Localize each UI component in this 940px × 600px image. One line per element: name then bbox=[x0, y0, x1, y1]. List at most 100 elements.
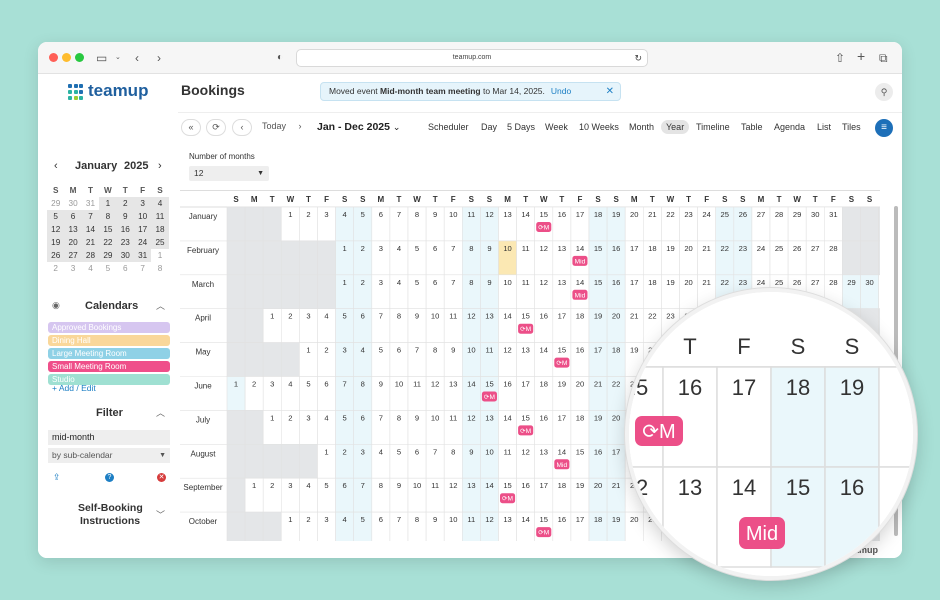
day-cell[interactable] bbox=[226, 206, 246, 242]
tabs-overview-icon[interactable]: ⧉ bbox=[879, 50, 888, 66]
day-cell[interactable] bbox=[281, 444, 300, 479]
day-cell[interactable] bbox=[244, 206, 264, 242]
mini-day[interactable]: 2 bbox=[116, 197, 134, 210]
day-cell[interactable] bbox=[262, 240, 282, 276]
mini-day[interactable]: 23 bbox=[116, 236, 134, 249]
mini-day[interactable]: 26 bbox=[47, 249, 65, 262]
view-scheduler[interactable]: Scheduler bbox=[428, 122, 469, 132]
day-cell[interactable] bbox=[226, 274, 246, 310]
mini-day[interactable]: 9 bbox=[116, 210, 134, 223]
view-5-days[interactable]: 5 Days bbox=[507, 122, 535, 132]
mini-prev-icon[interactable]: ‹ bbox=[54, 160, 58, 172]
filter-title[interactable]: Filter bbox=[96, 407, 123, 419]
view-day[interactable]: Day bbox=[481, 122, 497, 132]
view-10-weeks[interactable]: 10 Weeks bbox=[579, 122, 619, 132]
day-cell[interactable] bbox=[299, 274, 318, 310]
back-arrow-icon[interactable]: ‹ bbox=[135, 50, 139, 66]
mini-day[interactable]: 19 bbox=[47, 236, 65, 249]
day-cell[interactable] bbox=[299, 444, 318, 479]
day-cell[interactable] bbox=[262, 274, 282, 310]
mini-month[interactable]: January bbox=[75, 160, 117, 172]
export-icon[interactable]: ⇪ bbox=[53, 472, 61, 483]
months-setting-select[interactable]: 12 ▼ bbox=[189, 166, 269, 181]
mini-day[interactable]: 7 bbox=[81, 210, 100, 223]
day-cell[interactable] bbox=[860, 206, 879, 242]
day-cell[interactable] bbox=[244, 308, 264, 343]
view-table[interactable]: Table bbox=[741, 122, 763, 132]
day-cell[interactable] bbox=[262, 444, 282, 479]
chevron-down-icon[interactable]: ﹀ bbox=[156, 508, 165, 521]
share-icon[interactable]: ⇧ bbox=[835, 50, 845, 66]
undo-link[interactable]: Undo bbox=[551, 86, 571, 96]
day-cell[interactable] bbox=[226, 511, 246, 541]
mini-day[interactable]: 12 bbox=[47, 223, 65, 236]
mini-day[interactable]: 10 bbox=[133, 210, 152, 223]
next-period-button[interactable]: › bbox=[290, 119, 310, 136]
mini-day[interactable]: 5 bbox=[47, 210, 65, 223]
day-cell[interactable] bbox=[226, 477, 246, 513]
eye-icon[interactable]: ◉ bbox=[52, 300, 60, 311]
mini-year[interactable]: 2025 bbox=[124, 160, 148, 172]
calendar-dining-hall[interactable]: Dining Hall bbox=[48, 335, 170, 346]
day-cell[interactable] bbox=[226, 240, 246, 276]
day-cell[interactable] bbox=[262, 342, 282, 377]
calendars-title[interactable]: Calendars bbox=[85, 300, 138, 312]
day-cell[interactable] bbox=[226, 410, 246, 445]
close-icon[interactable]: ✕ bbox=[606, 83, 614, 100]
day-cell[interactable] bbox=[878, 274, 880, 310]
mini-day[interactable]: 27 bbox=[64, 249, 82, 262]
filter-mode-select[interactable]: by sub-calendar ▼ bbox=[48, 448, 170, 463]
mini-day[interactable]: 13 bbox=[64, 223, 82, 236]
mini-day[interactable]: 3 bbox=[133, 197, 152, 210]
mini-day[interactable]: 16 bbox=[116, 223, 134, 236]
maximize-window-button[interactable] bbox=[75, 53, 84, 62]
self-booking-title[interactable]: Self-Booking bbox=[78, 502, 143, 514]
clear-filter-icon[interactable]: ✕ bbox=[157, 473, 166, 482]
close-window-button[interactable] bbox=[49, 53, 58, 62]
mini-day[interactable]: 30 bbox=[64, 197, 81, 210]
view-list[interactable]: List bbox=[817, 122, 831, 132]
view-week[interactable]: Week bbox=[545, 122, 568, 132]
day-cell[interactable] bbox=[244, 410, 264, 445]
search-button[interactable]: ⚲ bbox=[875, 83, 893, 101]
calendar-large-meeting-room[interactable]: Large Meeting Room bbox=[48, 348, 170, 359]
mini-day[interactable]: 21 bbox=[81, 236, 100, 249]
mini-day[interactable]: 30 bbox=[116, 249, 134, 262]
date-range-picker[interactable]: Jan - Dec 2025 ⌄ bbox=[317, 121, 400, 133]
view-month[interactable]: Month bbox=[629, 122, 654, 132]
mini-day[interactable]: 4 bbox=[82, 262, 99, 275]
day-cell[interactable] bbox=[226, 308, 246, 343]
self-booking-title-2[interactable]: Instructions bbox=[80, 515, 140, 527]
minimize-window-button[interactable] bbox=[62, 53, 71, 62]
reload-icon[interactable]: ↻ bbox=[634, 50, 642, 66]
day-cell[interactable] bbox=[244, 511, 264, 541]
day-cell[interactable] bbox=[860, 240, 879, 276]
chevron-down-icon[interactable]: ⌄ bbox=[115, 50, 121, 66]
today-button[interactable]: Today bbox=[254, 119, 294, 136]
calendar-small-meeting-room[interactable]: Small Meeting Room bbox=[48, 361, 170, 372]
mini-day[interactable]: 8 bbox=[99, 210, 117, 223]
mini-day[interactable]: 6 bbox=[64, 210, 82, 223]
mini-day[interactable]: 24 bbox=[133, 236, 152, 249]
view-agenda[interactable]: Agenda bbox=[774, 122, 805, 132]
mini-day[interactable]: 22 bbox=[99, 236, 117, 249]
forward-arrow-icon[interactable]: › bbox=[157, 50, 161, 66]
day-cell[interactable] bbox=[842, 240, 861, 276]
day-cell[interactable] bbox=[281, 342, 300, 377]
mini-day[interactable]: 28 bbox=[81, 249, 100, 262]
mini-day[interactable]: 31 bbox=[82, 197, 99, 210]
mini-day[interactable]: 3 bbox=[64, 262, 81, 275]
day-cell[interactable] bbox=[262, 511, 282, 541]
day-cell[interactable] bbox=[317, 274, 336, 310]
mini-next-icon[interactable]: › bbox=[158, 160, 162, 172]
mini-day[interactable]: 31 bbox=[133, 249, 152, 262]
view-tiles[interactable]: Tiles bbox=[842, 122, 861, 132]
day-cell[interactable] bbox=[262, 206, 282, 242]
day-cell[interactable] bbox=[299, 240, 318, 276]
mini-day[interactable]: 15 bbox=[99, 223, 117, 236]
chevron-up-icon[interactable]: ︿ bbox=[156, 299, 165, 312]
day-cell[interactable] bbox=[244, 240, 264, 276]
day-cell[interactable] bbox=[226, 444, 246, 479]
mini-day[interactable]: 17 bbox=[133, 223, 152, 236]
mini-day[interactable]: 29 bbox=[47, 197, 64, 210]
